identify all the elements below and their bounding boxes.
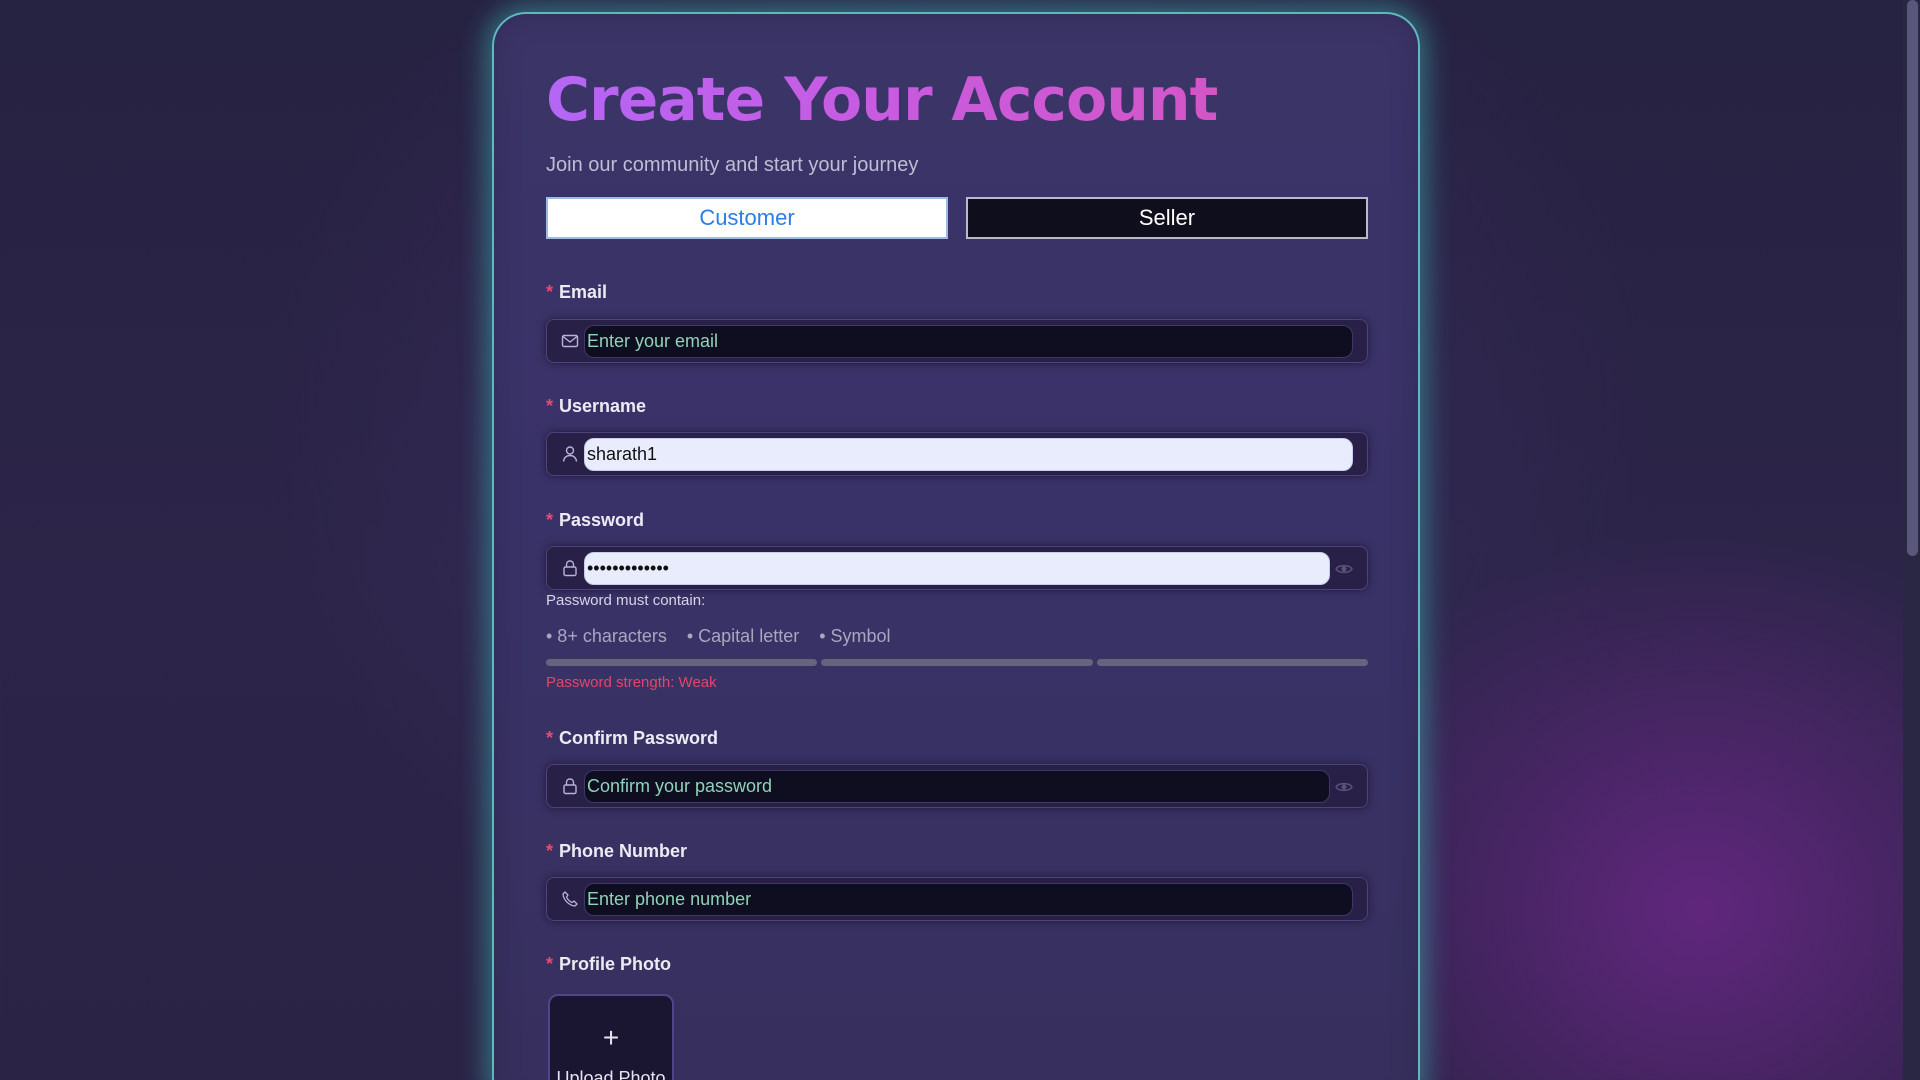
password-field-wrapper: •••••••••••••: [546, 546, 1368, 590]
password-label: * Password: [546, 510, 644, 531]
scrollbar-track[interactable]: [1903, 0, 1920, 1080]
email-label-text: Email: [559, 282, 608, 302]
confirm-password-label: * Confirm Password: [546, 728, 718, 749]
password-label-text: Password: [559, 510, 645, 530]
page-subtitle: Join our community and start your journe…: [546, 154, 919, 176]
eye-icon[interactable]: [1335, 778, 1353, 796]
requirement-capital: • Capital letter: [686, 626, 800, 646]
required-marker: *: [546, 841, 554, 861]
confirm-password-label-text: Confirm Password: [559, 728, 719, 748]
profile-photo-label-text: Profile Photo: [559, 954, 672, 974]
strength-segment: [821, 659, 1093, 666]
password-requirements: • 8+ characters • Capital letter • Symbol: [546, 626, 911, 647]
email-input[interactable]: Enter your email: [584, 325, 1353, 358]
signup-card: Create Your Account Join our community a…: [492, 12, 1420, 1080]
phone-icon: [562, 891, 578, 907]
plus-icon: +: [602, 1022, 620, 1053]
tab-seller[interactable]: Seller: [966, 197, 1368, 239]
required-marker: *: [546, 396, 554, 416]
phone-input[interactable]: Enter phone number: [584, 883, 1353, 916]
lock-icon: [563, 560, 577, 577]
account-type-tabs: Customer Seller: [546, 197, 1368, 239]
mail-icon: [561, 334, 579, 348]
username-input[interactable]: sharath1: [584, 438, 1353, 471]
strength-segment: [546, 659, 818, 666]
password-strength-bar: [546, 659, 1368, 666]
phone-label-text: Phone Number: [559, 841, 688, 861]
username-label-text: Username: [559, 396, 647, 416]
profile-photo-label: * Profile Photo: [546, 954, 671, 975]
lock-icon: [563, 778, 577, 795]
upload-photo-button[interactable]: + Upload Photo: [548, 994, 674, 1080]
confirm-password-field-wrapper: Confirm your password: [546, 764, 1368, 808]
confirm-password-input[interactable]: Confirm your password: [584, 770, 1330, 803]
password-strength-label: Password strength: Weak: [546, 674, 717, 691]
required-marker: *: [546, 728, 554, 748]
requirement-length: • 8+ characters: [546, 626, 667, 646]
username-field-wrapper: sharath1: [546, 432, 1368, 476]
requirement-symbol: • Symbol: [819, 626, 891, 646]
tab-customer[interactable]: Customer: [546, 197, 948, 239]
strength-segment: [1096, 659, 1368, 666]
upload-photo-label: Upload Photo: [556, 1068, 666, 1080]
email-field-wrapper: Enter your email: [546, 319, 1368, 363]
phone-field-wrapper: Enter phone number: [546, 877, 1368, 921]
password-input[interactable]: •••••••••••••: [584, 552, 1330, 585]
phone-label: * Phone Number: [546, 841, 687, 862]
email-label: * Email: [546, 282, 607, 303]
username-label: * Username: [546, 396, 646, 417]
user-icon: [562, 446, 578, 462]
eye-icon[interactable]: [1335, 560, 1353, 578]
password-requirements-title: Password must contain:: [546, 592, 706, 609]
scrollbar-thumb[interactable]: [1907, 0, 1918, 556]
required-marker: *: [546, 282, 554, 302]
required-marker: *: [546, 954, 554, 974]
required-marker: *: [546, 510, 554, 530]
page-title: Create Your Account: [546, 65, 1218, 135]
